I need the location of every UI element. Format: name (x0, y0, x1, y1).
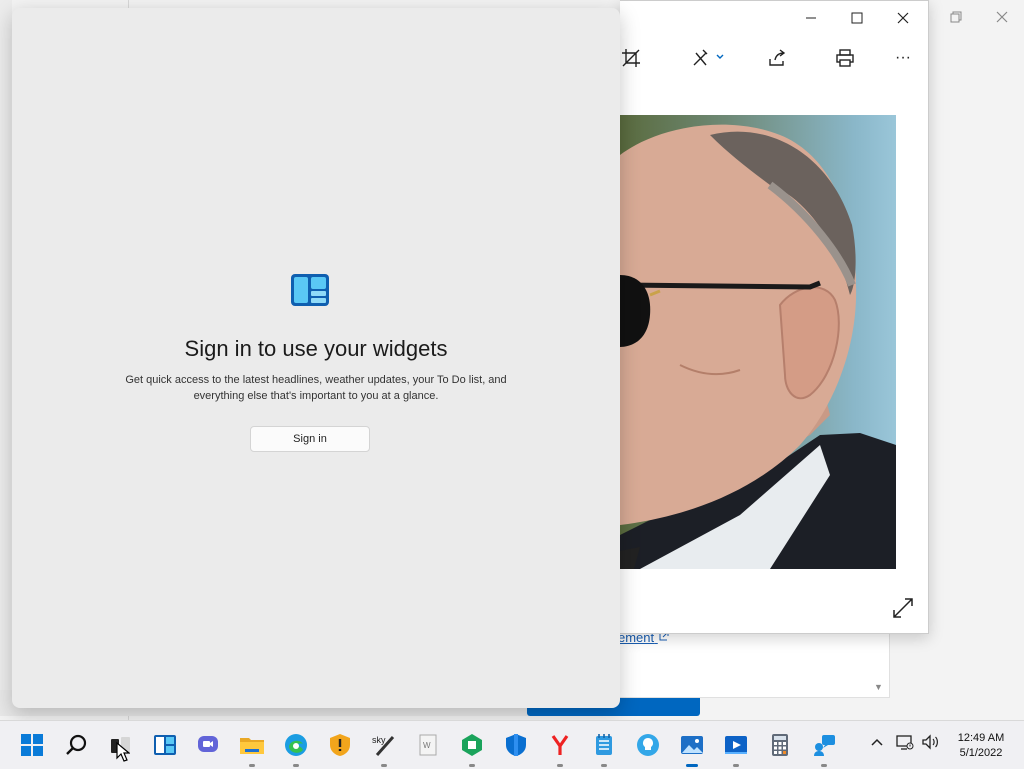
clock-date: 5/1/2022 (959, 747, 1003, 759)
bulb-app-icon[interactable] (630, 727, 666, 763)
background-window-edge (0, 0, 12, 716)
close-icon[interactable] (987, 6, 1017, 28)
widgets-panel: Sign in to use your widgets Get quick ac… (12, 8, 620, 708)
fullscreen-icon[interactable] (892, 597, 916, 621)
taskbar: sky W 12:49 AM 5/1/2022 (0, 720, 1024, 769)
mouse-cursor-icon (116, 741, 131, 767)
chevron-up-icon[interactable] (870, 735, 884, 749)
file-explorer-icon[interactable] (234, 727, 270, 767)
photos-window: ··· (620, 0, 929, 634)
widgets-description: Get quick access to the latest headlines… (125, 374, 507, 402)
photo-image (620, 115, 896, 569)
sign-in-button[interactable]: Sign in (250, 426, 370, 452)
calculator-icon[interactable] (762, 727, 798, 763)
pen-app-icon[interactable]: sky (366, 727, 402, 767)
svg-text:W: W (423, 741, 431, 750)
running-indicator (557, 764, 563, 767)
clock-time: 12:49 AM (957, 732, 1005, 744)
edge-icon[interactable] (278, 727, 314, 767)
restore-icon[interactable] (941, 6, 971, 28)
widgets-icon (291, 274, 329, 306)
widgets-taskbar-icon[interactable] (147, 727, 183, 763)
scroll-down-arrow[interactable]: ▼ (874, 682, 883, 692)
running-indicator (249, 764, 255, 767)
feedback-icon[interactable] (806, 727, 842, 767)
document-app-icon[interactable]: W (410, 727, 446, 763)
running-indicator (469, 764, 475, 767)
crop-icon[interactable] (616, 45, 646, 71)
close-button[interactable] (880, 3, 926, 33)
search-icon[interactable] (58, 727, 94, 763)
running-indicator (821, 764, 827, 767)
minimize-button[interactable] (788, 3, 834, 33)
notepad-icon[interactable] (586, 727, 622, 767)
chat-icon[interactable] (190, 727, 226, 763)
print-icon[interactable] (830, 45, 860, 71)
widgets-title: Sign in to use your widgets (184, 336, 448, 361)
running-indicator (733, 764, 739, 767)
volume-icon[interactable] (921, 734, 941, 750)
network-icon[interactable] (896, 734, 914, 750)
clock[interactable]: 12:49 AM 5/1/2022 (950, 731, 1012, 761)
photos-icon[interactable] (674, 727, 710, 767)
defender-icon[interactable] (498, 727, 534, 763)
security-app-icon[interactable] (322, 727, 358, 763)
more-icon[interactable]: ··· (888, 45, 918, 71)
active-indicator (686, 764, 698, 767)
running-indicator (381, 764, 387, 767)
hex-app-icon[interactable] (454, 727, 490, 767)
yandex-icon[interactable] (542, 727, 578, 767)
maximize-button[interactable] (834, 3, 880, 33)
running-indicator (293, 764, 299, 767)
start-button[interactable] (14, 727, 50, 763)
media-app-icon[interactable] (718, 727, 754, 767)
share-icon[interactable] (762, 45, 792, 71)
svg-text:sky: sky (372, 735, 386, 745)
running-indicator (601, 764, 607, 767)
draw-icon[interactable] (686, 45, 730, 71)
